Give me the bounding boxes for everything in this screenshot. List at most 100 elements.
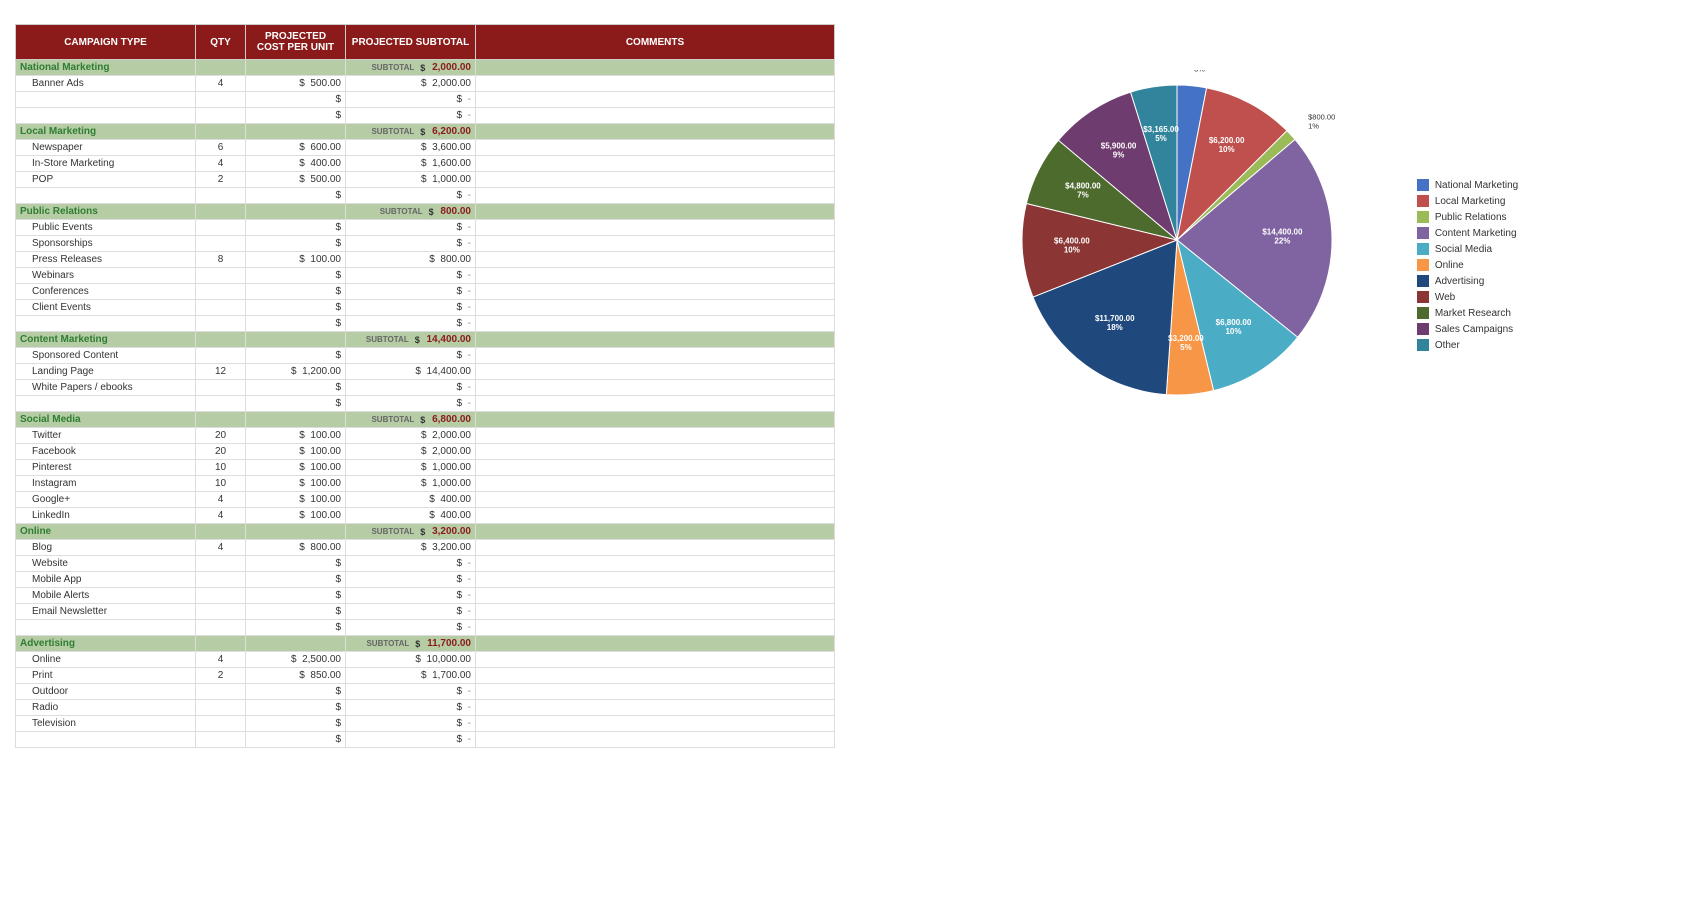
item-name: Facebook <box>16 444 196 460</box>
item-name: Google+ <box>16 492 196 508</box>
item-cost: $ <box>246 700 346 716</box>
item-subtotal: $ - <box>346 380 476 396</box>
item-cost: $ <box>246 684 346 700</box>
table-row: Conferences$$ - <box>16 284 835 300</box>
category-name: Social Media <box>16 412 196 428</box>
item-comment <box>476 508 835 524</box>
item-qty <box>196 716 246 732</box>
item-comment <box>476 156 835 172</box>
item-name: Webinars <box>16 268 196 284</box>
category-cost <box>246 204 346 220</box>
item-qty: 4 <box>196 540 246 556</box>
category-subtotal: SUBTOTAL$ 2,000.00 <box>346 60 476 76</box>
table-row: Facebook20$ 100.00$ 2,000.00 <box>16 444 835 460</box>
item-cost: $ <box>246 316 346 332</box>
item-subtotal: $ 3,600.00 <box>346 140 476 156</box>
item-comment <box>476 588 835 604</box>
item-subtotal: $ 400.00 <box>346 508 476 524</box>
item-subtotal: $ 2,000.00 <box>346 428 476 444</box>
item-comment <box>476 284 835 300</box>
item-cost: $ 100.00 <box>246 444 346 460</box>
item-subtotal: $ - <box>346 684 476 700</box>
item-comment <box>476 140 835 156</box>
table-row: $$ - <box>16 620 835 636</box>
table-row: Blog4$ 800.00$ 3,200.00 <box>16 540 835 556</box>
item-subtotal: $ - <box>346 716 476 732</box>
item-qty: 10 <box>196 460 246 476</box>
item-comment <box>476 572 835 588</box>
item-name: In-Store Marketing <box>16 156 196 172</box>
category-cost <box>246 636 346 652</box>
category-comments <box>476 60 835 76</box>
item-qty: 4 <box>196 508 246 524</box>
item-comment <box>476 188 835 204</box>
item-name: Print <box>16 668 196 684</box>
col-campaign: CAMPAIGN TYPE <box>16 25 196 60</box>
item-cost: $ <box>246 300 346 316</box>
category-name: Advertising <box>16 636 196 652</box>
legend-item-advertising: Advertising <box>1417 275 1518 287</box>
item-name: Sponsorships <box>16 236 196 252</box>
item-qty <box>196 588 246 604</box>
item-subtotal: $ 14,400.00 <box>346 364 476 380</box>
item-subtotal: $ - <box>346 588 476 604</box>
category-comments <box>476 524 835 540</box>
table-row: White Papers / ebooks$$ - <box>16 380 835 396</box>
legend-label: Sales Campaigns <box>1435 324 1513 335</box>
item-qty <box>196 268 246 284</box>
item-subtotal: $ 2,000.00 <box>346 76 476 92</box>
item-subtotal: $ - <box>346 188 476 204</box>
item-name <box>16 108 196 124</box>
category-subtotal: SUBTOTAL$ 800.00 <box>346 204 476 220</box>
item-name: Instagram <box>16 476 196 492</box>
item-name: Online <box>16 652 196 668</box>
table-row: $$ - <box>16 732 835 748</box>
item-qty <box>196 284 246 300</box>
table-row: Instagram10$ 100.00$ 1,000.00 <box>16 476 835 492</box>
legend-color-box <box>1417 243 1429 255</box>
category-cost <box>246 524 346 540</box>
legend-label: National Marketing <box>1435 180 1518 191</box>
item-name: Sponsored Content <box>16 348 196 364</box>
item-qty <box>196 188 246 204</box>
item-cost: $ 600.00 <box>246 140 346 156</box>
item-qty: 8 <box>196 252 246 268</box>
item-subtotal: $ 1,000.00 <box>346 172 476 188</box>
item-comment <box>476 92 835 108</box>
item-cost: $ 850.00 <box>246 668 346 684</box>
item-comment <box>476 268 835 284</box>
item-cost: $ 500.00 <box>246 172 346 188</box>
pie-outer-label: $800.001% <box>1308 112 1335 130</box>
item-cost: $ 100.00 <box>246 252 346 268</box>
table-row: Website$$ - <box>16 556 835 572</box>
category-comments <box>476 332 835 348</box>
table-row: POP2$ 500.00$ 1,000.00 <box>16 172 835 188</box>
item-qty: 4 <box>196 652 246 668</box>
item-cost: $ <box>246 620 346 636</box>
legend-label: Advertising <box>1435 276 1484 287</box>
item-cost: $ <box>246 380 346 396</box>
item-qty: 4 <box>196 156 246 172</box>
item-qty <box>196 556 246 572</box>
item-name: Client Events <box>16 300 196 316</box>
legend-label: Web <box>1435 292 1455 303</box>
item-comment <box>476 252 835 268</box>
pie-chart-svg: $2,000.003%$6,200.0010%$800.001%$14,400.… <box>1007 70 1347 410</box>
item-qty <box>196 236 246 252</box>
item-qty <box>196 620 246 636</box>
legend-label: Local Marketing <box>1435 196 1506 207</box>
category-row: Local MarketingSUBTOTAL$ 6,200.00 <box>16 124 835 140</box>
item-name: Blog <box>16 540 196 556</box>
chart-legend-container: $2,000.003%$6,200.0010%$800.001%$14,400.… <box>1007 70 1518 450</box>
legend-color-box <box>1417 259 1429 271</box>
item-cost: $ 100.00 <box>246 460 346 476</box>
item-subtotal: $ - <box>346 604 476 620</box>
item-subtotal: $ - <box>346 92 476 108</box>
item-name: Twitter <box>16 428 196 444</box>
category-cost <box>246 332 346 348</box>
item-name: Newspaper <box>16 140 196 156</box>
item-qty: 20 <box>196 444 246 460</box>
item-name: Press Releases <box>16 252 196 268</box>
item-subtotal: $ - <box>346 572 476 588</box>
category-name: Public Relations <box>16 204 196 220</box>
